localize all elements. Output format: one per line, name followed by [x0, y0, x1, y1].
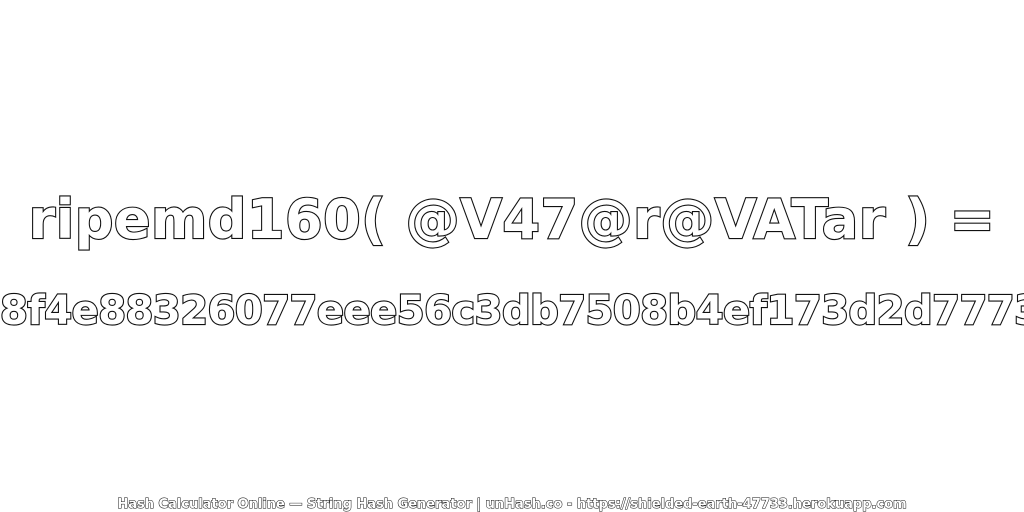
footer-credit: Hash Calculator Online — String Hash Gen…: [117, 497, 907, 512]
hash-expression: ripemd160( @V47@r@VATar ) =: [27, 187, 996, 252]
hash-value: 8f4e88326077eee56c3db7508b4ef173d2d77732: [0, 287, 1024, 335]
